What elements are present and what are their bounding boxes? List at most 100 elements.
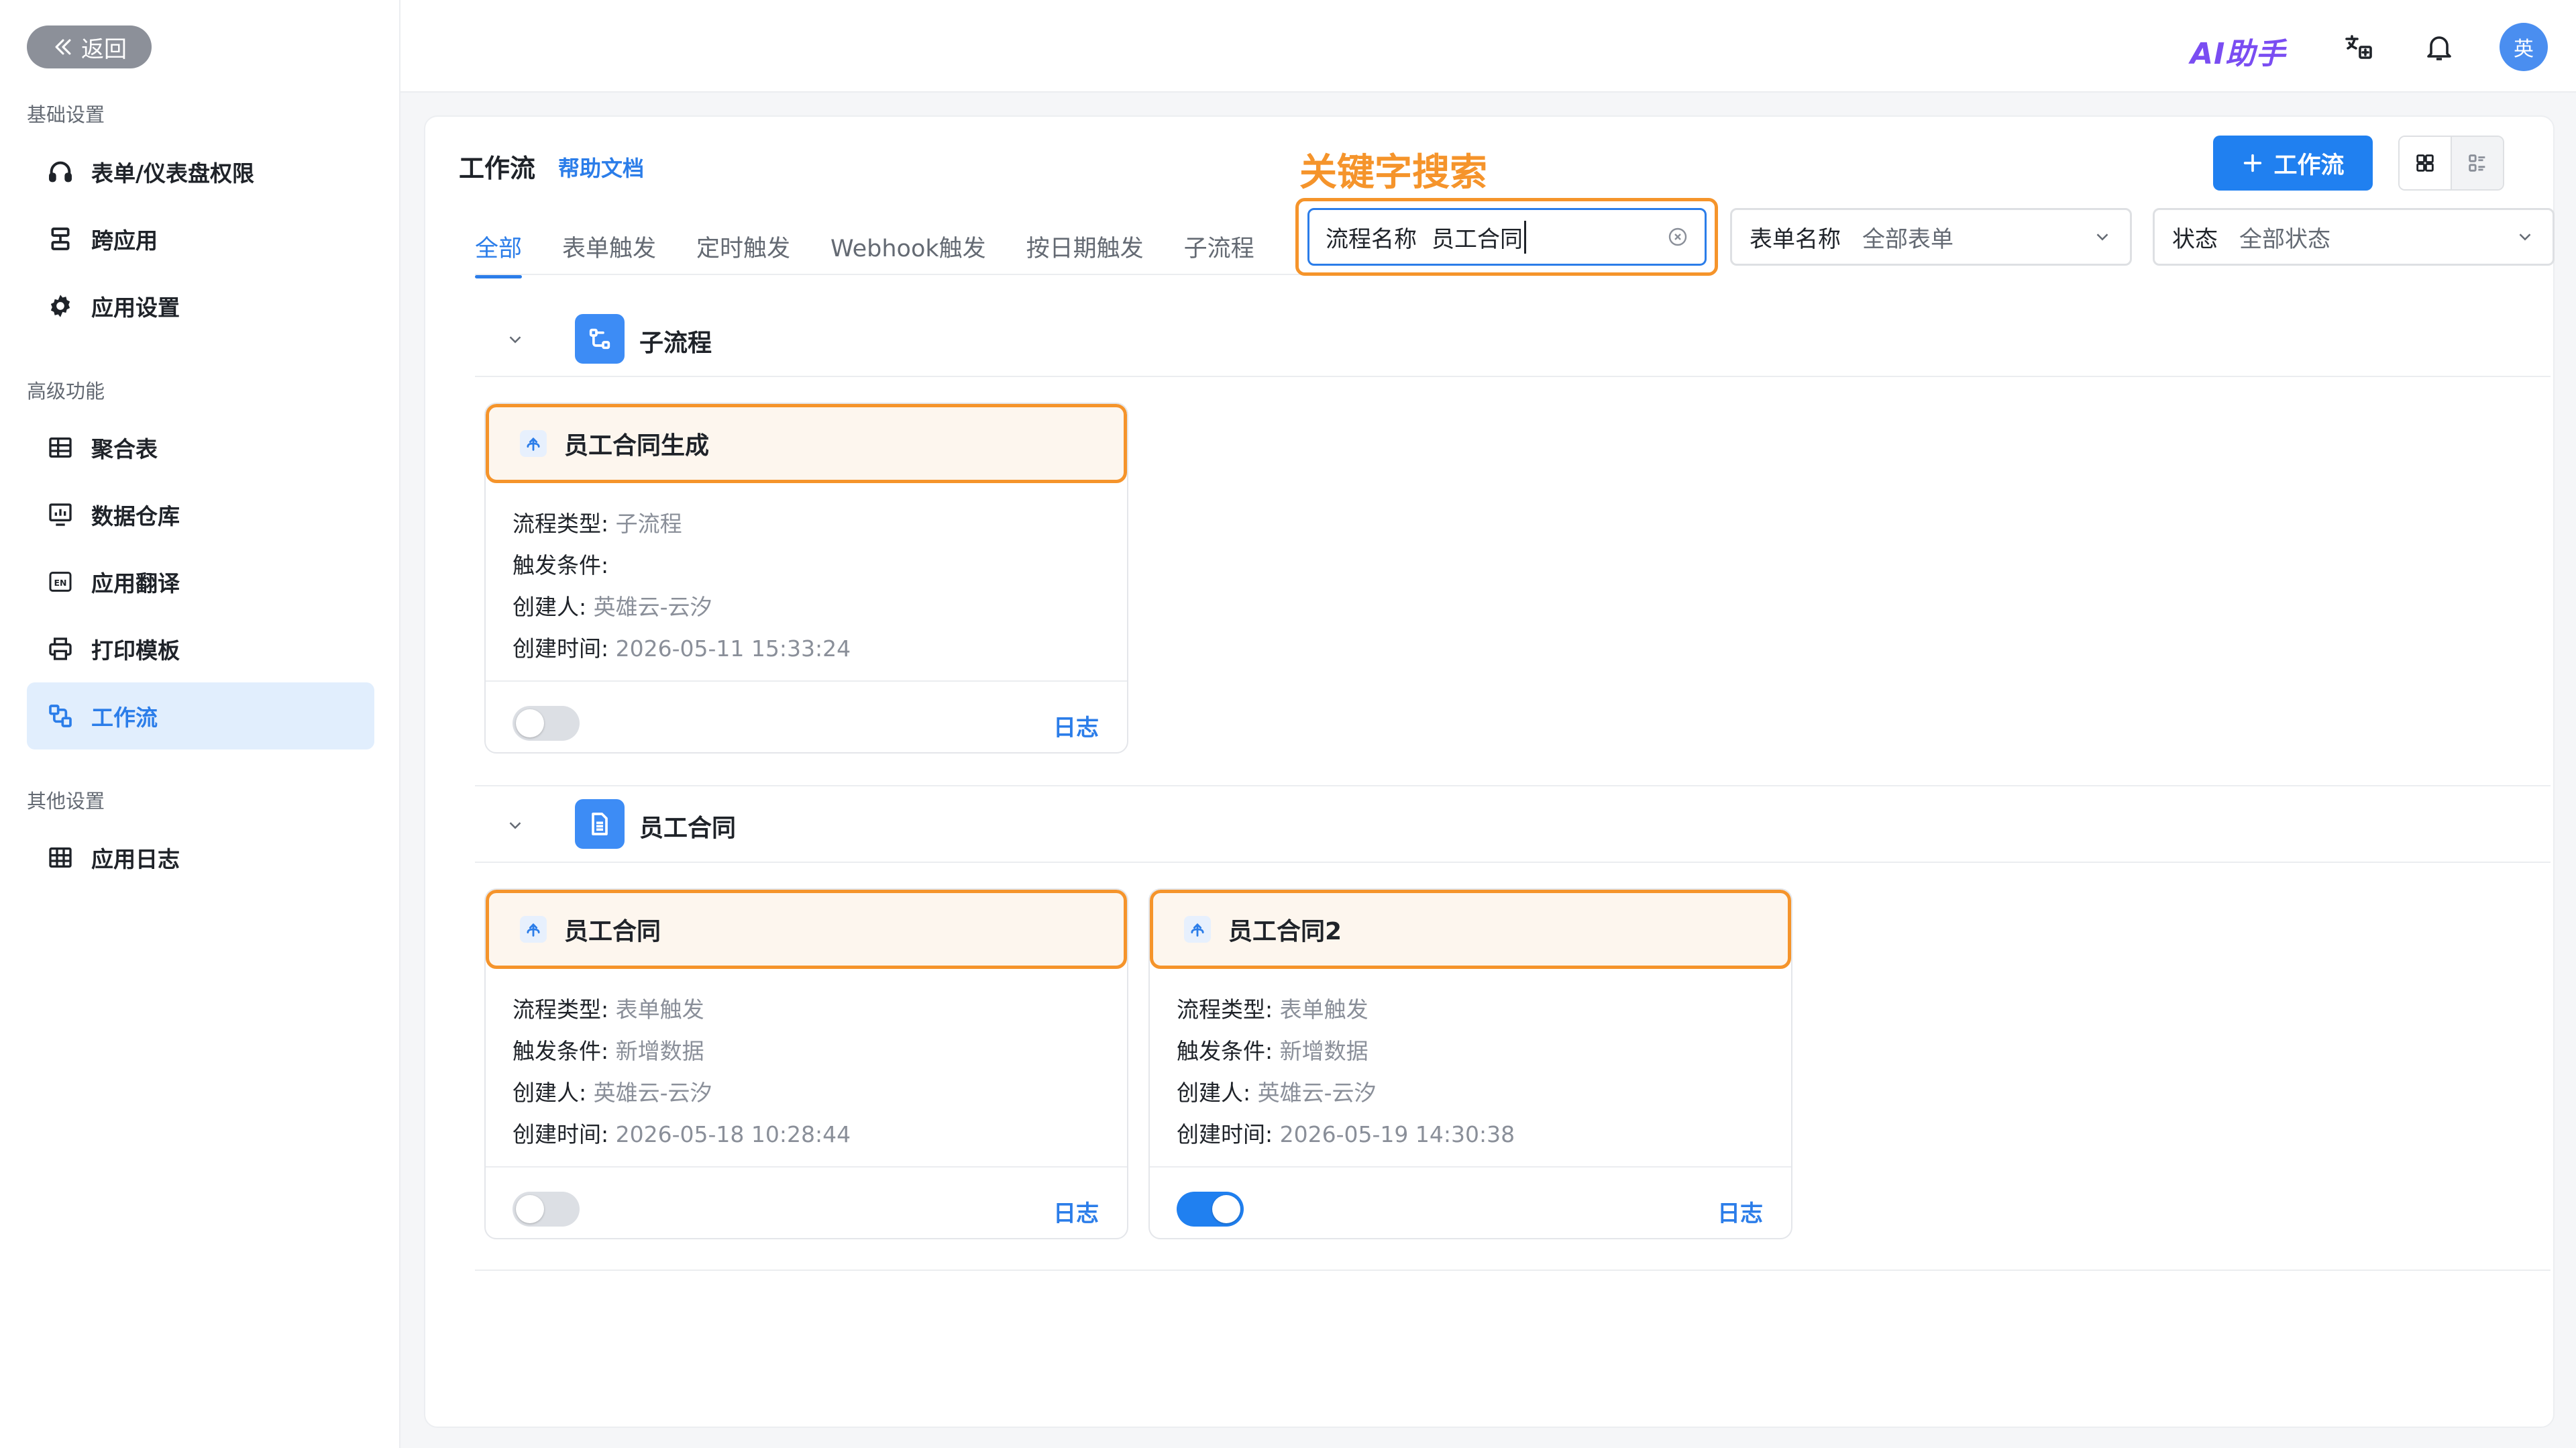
group-title: 员工合同	[639, 815, 737, 842]
add-workflow-label: 工作流	[2273, 152, 2345, 179]
flow-icon	[1184, 916, 1211, 943]
view-toggle	[2398, 136, 2504, 191]
group-divider	[475, 785, 2551, 786]
sidebar-item-label: 数据仓库	[91, 503, 180, 529]
status-filter[interactable]: 状态 全部状态	[2153, 208, 2555, 266]
bell-icon	[2427, 36, 2451, 60]
translate-en-icon: EN	[49, 572, 72, 592]
page-title: 工作流	[459, 154, 536, 183]
workflow-card[interactable]: 员工合同2 流程类型: 表单触发 触发条件: 新增数据 创建人: 英雄云-云汐 …	[1148, 888, 1792, 1239]
enable-toggle[interactable]	[1177, 1192, 1244, 1227]
chevron-down-icon	[2096, 234, 2108, 241]
avatar[interactable]: 英	[2500, 23, 2548, 71]
sidebar-item-label: 聚合表	[91, 436, 158, 462]
list-view-icon	[2469, 154, 2485, 172]
status-filter-label: 状态	[2172, 225, 2218, 253]
trigger-label: 触发条件:	[513, 1038, 609, 1064]
translate-button[interactable]	[2340, 28, 2377, 66]
group-divider	[475, 1270, 2551, 1271]
group-icon	[575, 314, 625, 364]
subflow-icon	[589, 328, 610, 350]
log-link[interactable]: 日志	[1717, 1195, 1763, 1228]
group-icon	[575, 799, 625, 849]
chevron-down-icon	[2519, 234, 2531, 241]
flow-icon	[520, 916, 547, 943]
creator-label: 创建人:	[1177, 1080, 1251, 1106]
trigger-label: 触发条件:	[1177, 1038, 1273, 1064]
type-value: 子流程	[615, 511, 682, 537]
sidebar-item-print-template[interactable]: 打印模板	[27, 615, 374, 682]
enable-toggle[interactable]	[513, 706, 580, 741]
log-link[interactable]: 日志	[1053, 709, 1099, 742]
grid-view-button[interactable]	[2400, 137, 2452, 189]
workflow-card-header[interactable]: 员工合同	[486, 890, 1127, 969]
printer-icon	[49, 637, 72, 660]
plus-icon	[2244, 154, 2262, 172]
group-collapse-toggle[interactable]	[502, 326, 529, 353]
workflow-card-header[interactable]: 员工合同2	[1150, 890, 1791, 969]
search-field-value: 员工合同	[1432, 220, 1526, 254]
document-icon	[592, 813, 608, 835]
group-collapse-toggle[interactable]	[502, 812, 529, 839]
sidebar-item-form-permissions[interactable]: 表单/仪表盘权限	[27, 138, 374, 205]
grid-icon	[49, 847, 72, 868]
sidebar-item-app-settings[interactable]: 应用设置	[27, 272, 374, 340]
sidebar-item-app-translate[interactable]: EN 应用翻译	[27, 548, 374, 615]
ai-assistant-button[interactable]: AI助手	[2190, 30, 2286, 72]
svg-text:EN: EN	[54, 578, 66, 588]
clear-icon[interactable]	[1667, 226, 1688, 248]
enable-toggle[interactable]	[513, 1192, 580, 1227]
flow-name-search-input[interactable]: 流程名称 员工合同	[1307, 208, 1707, 266]
creator-label: 创建人:	[513, 1080, 587, 1106]
tab-schedule-trigger[interactable]: 定时触发	[696, 229, 790, 264]
sidebar-item-label: 工作流	[91, 705, 158, 731]
log-link[interactable]: 日志	[1053, 1195, 1099, 1228]
double-chevron-left-icon	[55, 39, 71, 55]
notification-button[interactable]	[2420, 28, 2458, 66]
workflow-card-header[interactable]: 员工合同生成	[486, 404, 1127, 483]
chart-monitor-icon	[49, 503, 72, 526]
creator-value: 英雄云-云汐	[1257, 1080, 1377, 1106]
type-value: 表单触发	[1279, 996, 1368, 1023]
help-doc-link[interactable]: 帮助文档	[558, 152, 644, 183]
tab-subflow[interactable]: 子流程	[1184, 229, 1254, 264]
workflow-card-title: 员工合同生成	[564, 432, 710, 460]
back-label: 返回	[81, 36, 127, 63]
tab-all[interactable]: 全部	[475, 229, 523, 278]
list-view-button[interactable]	[2452, 137, 2503, 189]
workflow-card[interactable]: 员工合同生成 流程类型: 子流程 触发条件: 创建人: 英雄云-云汐 创建时间:…	[484, 403, 1128, 754]
trigger-value: 新增数据	[615, 1038, 704, 1064]
back-button[interactable]: 返回	[27, 25, 152, 68]
tab-date-trigger[interactable]: 按日期触发	[1026, 229, 1144, 264]
workflow-card-details: 流程类型: 表单触发 触发条件: 新增数据 创建人: 英雄云-云汐 创建时间: …	[1177, 989, 1515, 1155]
tabs-divider	[475, 274, 1310, 275]
sidebar-item-aggregate-table[interactable]: 聚合表	[27, 414, 374, 481]
tab-webhook-trigger[interactable]: Webhook触发	[830, 229, 986, 264]
sidebar-item-app-log[interactable]: 应用日志	[27, 824, 374, 891]
workflow-card[interactable]: 员工合同 流程类型: 表单触发 触发条件: 新增数据 创建人: 英雄云-云汐 创…	[484, 888, 1128, 1239]
created-value: 2026-05-11 15:33:24	[615, 635, 851, 662]
form-filter-value: 全部表单	[1862, 225, 1953, 253]
form-filter-label: 表单名称	[1750, 225, 1841, 253]
add-workflow-button[interactable]: 工作流	[2213, 136, 2373, 191]
search-field-label: 流程名称	[1326, 225, 1417, 253]
workflow-icon	[49, 705, 72, 727]
tab-form-trigger[interactable]: 表单触发	[562, 229, 656, 264]
trigger-label: 触发条件:	[513, 552, 609, 578]
flow-icon	[520, 430, 547, 457]
form-name-filter[interactable]: 表单名称 全部表单	[1730, 208, 2132, 266]
section-title-other: 其他设置	[27, 790, 105, 813]
created-label: 创建时间:	[513, 635, 609, 662]
sidebar-item-data-warehouse[interactable]: 数据仓库	[27, 481, 374, 548]
created-value: 2026-05-19 14:30:38	[1279, 1121, 1515, 1147]
created-label: 创建时间:	[1177, 1121, 1273, 1147]
section-title-basic: 基础设置	[27, 103, 105, 126]
sidebar-item-workflow[interactable]: 工作流	[27, 682, 374, 749]
creator-label: 创建人:	[513, 594, 587, 620]
table-icon	[49, 437, 72, 458]
sidebar-item-cross-app[interactable]: 跨应用	[27, 205, 374, 272]
group-divider	[475, 376, 2551, 377]
workflow-card-details: 流程类型: 子流程 触发条件: 创建人: 英雄云-云汐 创建时间: 2026-0…	[513, 503, 851, 670]
type-label: 流程类型:	[1177, 996, 1273, 1023]
workflow-card-title: 员工合同	[564, 918, 661, 945]
